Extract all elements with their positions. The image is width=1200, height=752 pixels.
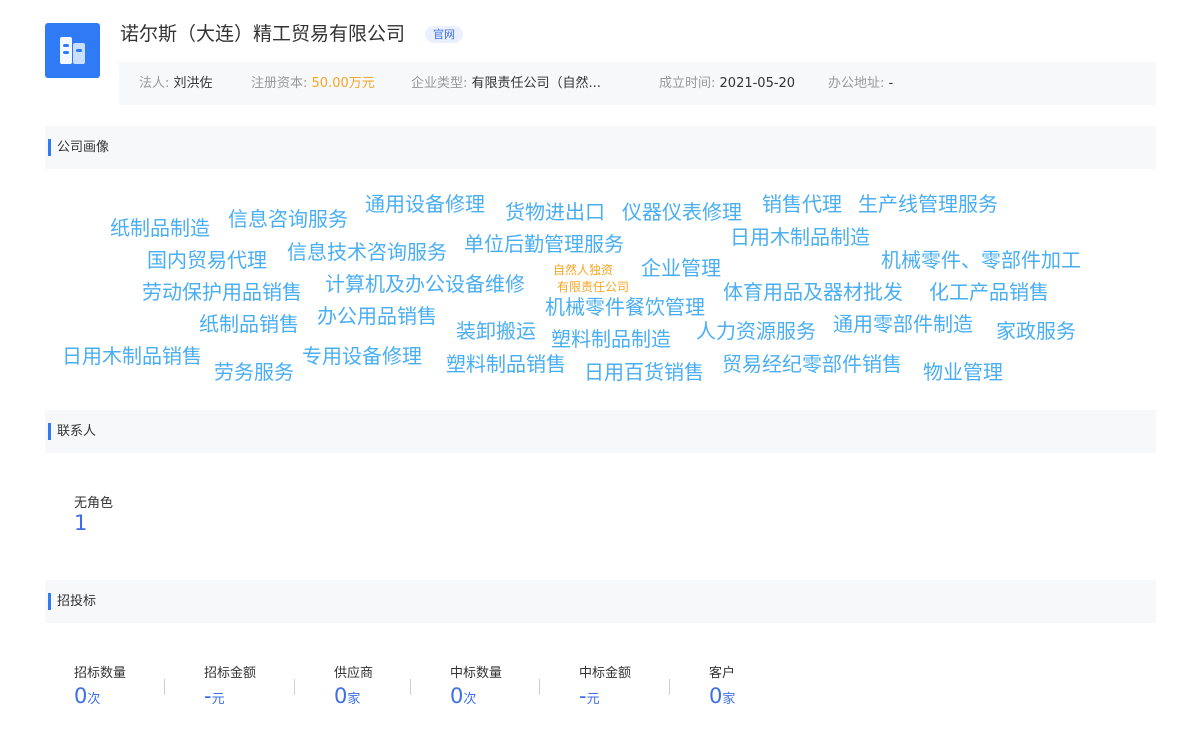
company-logo-icon [45,23,100,78]
cloud-word: 劳动保护用品销售 [142,280,302,304]
cloud-word: 货物进出口 [505,200,605,224]
stat-bid-count: 招标数量 0次 [74,666,127,708]
cloud-word: 人力资源服务 [696,319,816,343]
contact-role-label: 无角色 [74,496,114,511]
cloud-word: 通用设备修理 [365,192,485,216]
stat-divider [294,679,295,695]
section-accent-bar [48,139,51,156]
cloud-word: 信息咨询服务 [228,207,348,231]
stat-customers: 客户 0家 [709,666,736,708]
cloud-word: 销售代理 [762,192,842,216]
cloud-word: 贸易经纪零部件销售 [722,352,902,376]
stat-bid-amount: 招标金额 -元 [204,666,257,708]
cloud-word: 仪器仪表修理 [622,200,742,224]
cloud-word: 体育用品及器材批发 [723,280,903,304]
stat-divider [410,679,411,695]
section-accent-bar [48,423,51,440]
cloud-word: 劳务服务 [214,360,294,384]
section-accent-bar [48,593,51,610]
founded-date: 成立时间: 2021-05-20 [659,76,796,91]
cloud-word: 塑料制品制造 [551,327,671,351]
section-title: 公司画像 [57,140,110,155]
contact-role-count[interactable]: 1 [74,511,87,535]
cloud-word: 有限责任公司 [557,280,630,294]
official-site-tag[interactable]: 官网 [425,26,463,43]
cloud-word: 信息技术咨询服务 [287,240,447,264]
section-header-portrait: 公司画像 [45,126,1156,169]
cloud-word: 通用零部件制造 [833,312,973,336]
registered-capital: 注册资本: 50.00万元 [251,76,375,91]
section-header-contacts: 联系人 [45,410,1156,453]
cloud-word: 日用木制品销售 [62,344,202,368]
company-info-bar: 法人: 刘洪佐 注册资本: 50.00万元 企业类型: 有限责任公司（自然...… [119,62,1156,105]
cloud-word: 化工产品销售 [929,280,1049,304]
section-title: 招投标 [57,594,97,609]
cloud-word: 机械零件餐饮管理 [545,295,705,319]
stat-divider [164,679,165,695]
office-address: 办公地址: - [828,76,894,91]
cloud-word: 纸制品销售 [199,312,299,336]
cloud-word: 机械零件、零部件加工 [881,248,1081,272]
cloud-word: 塑料制品销售 [446,352,566,376]
cloud-word: 纸制品制造 [110,216,210,240]
cloud-word: 单位后勤管理服务 [464,232,624,256]
cloud-word: 日用百货销售 [584,360,704,384]
company-type: 企业类型: 有限责任公司（自然... [411,76,601,91]
stat-win-amount: 中标金额 -元 [579,666,632,708]
stat-suppliers: 供应商 0家 [334,666,374,708]
stat-divider [539,679,540,695]
company-name: 诺尔斯（大连）精工贸易有限公司 [120,23,406,45]
cloud-word: 家政服务 [996,319,1076,343]
cloud-word: 办公用品销售 [317,304,437,328]
cloud-word: 自然人独资 [553,263,614,277]
cloud-word: 计算机及办公设备维修 [325,272,525,296]
legal-person: 法人: 刘洪佐 [139,76,213,91]
section-header-bidding: 招投标 [45,580,1156,623]
cloud-word: 日用木制品制造 [730,225,870,249]
cloud-word: 企业管理 [641,256,721,280]
cloud-word: 装卸搬运 [456,319,536,343]
stat-win-count: 中标数量 0次 [450,666,503,708]
cloud-word: 国内贸易代理 [147,248,267,272]
cloud-word: 生产线管理服务 [858,192,998,216]
section-title: 联系人 [57,424,97,439]
stat-divider [669,679,670,695]
cloud-word: 物业管理 [923,360,1003,384]
cloud-word: 专用设备修理 [302,344,422,368]
